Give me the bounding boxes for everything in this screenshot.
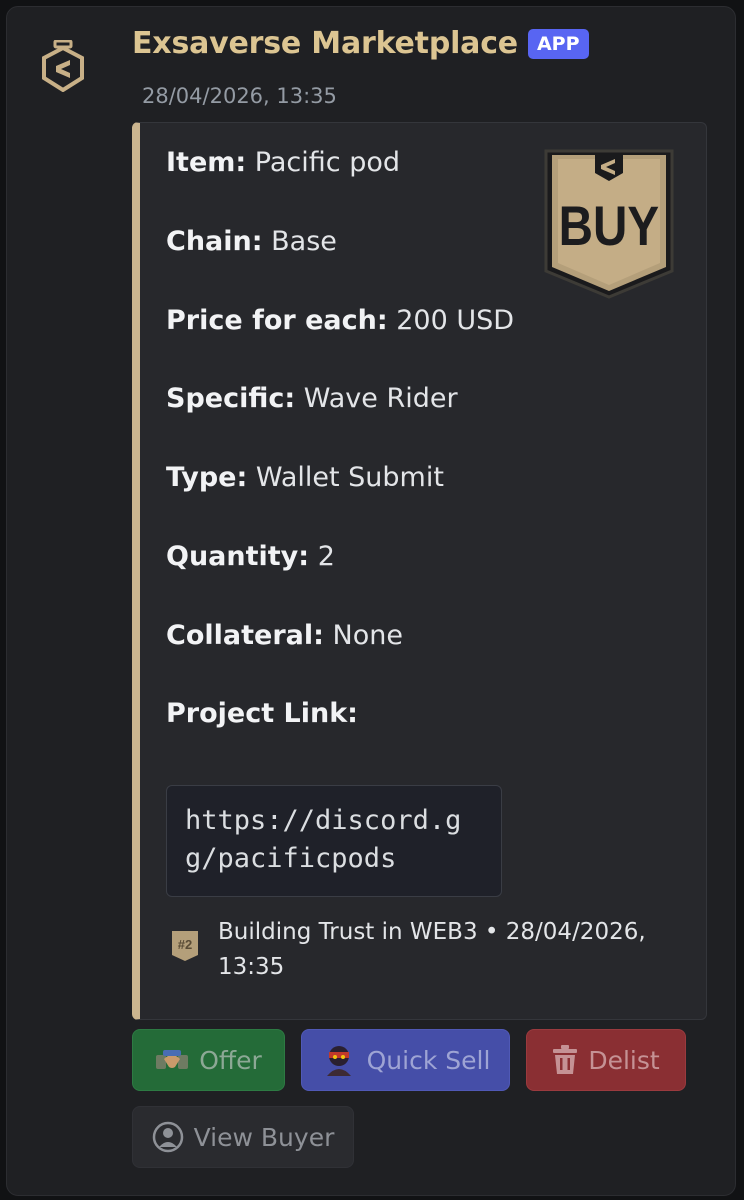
field-value: Pacific pod: [254, 147, 400, 178]
field-label: Type:: [166, 462, 248, 493]
footer-icon-text: #2: [178, 937, 192, 952]
delist-label: Delist: [588, 1045, 660, 1075]
delist-button[interactable]: Delist: [526, 1029, 686, 1091]
exsaverse-rank-icon: #2: [172, 931, 198, 961]
trash-icon: [553, 1045, 578, 1074]
quick-sell-button[interactable]: Quick Sell: [301, 1029, 510, 1091]
field-label: Price for each:: [166, 305, 388, 336]
field-label: Specific:: [166, 383, 296, 414]
field-price: Price for each: 200 USD: [166, 305, 514, 336]
field-value: None: [332, 620, 403, 651]
quick-sell-label: Quick Sell: [366, 1045, 491, 1075]
field-quantity: Quantity: 2: [166, 541, 335, 572]
project-link-code[interactable]: https://discord.gg/pacificpods: [166, 785, 502, 897]
user-circle-icon: [152, 1121, 183, 1153]
exsaverse-shield-icon[interactable]: [40, 39, 86, 93]
message-timestamp: 28/04/2026, 13:35: [142, 84, 337, 108]
field-label: Item:: [166, 147, 247, 178]
field-value: Wallet Submit: [255, 462, 444, 493]
field-label: Chain:: [166, 226, 263, 257]
character-avatar-icon: [326, 1046, 351, 1076]
field-item: Item: Pacific pod: [166, 147, 400, 178]
footer-text: Building Trust in WEB3 • 28/04/2026, 13:…: [218, 919, 646, 980]
offer-label: Offer: [199, 1045, 262, 1075]
view-buyer-button[interactable]: View Buyer: [132, 1106, 354, 1168]
embed-card: Item: Pacific pod Chain: Base Price for …: [132, 122, 707, 1020]
buy-badge-thumbnail: BUY: [540, 145, 678, 301]
field-type: Type: Wallet Submit: [166, 462, 444, 493]
field-value: 2: [317, 541, 335, 572]
field-collateral: Collateral: None: [166, 620, 403, 651]
field-label: Quantity:: [166, 541, 310, 572]
field-project-link: Project Link:: [166, 698, 358, 729]
thumbnail-label: BUY: [559, 195, 659, 257]
field-value: Base: [271, 226, 337, 257]
view-buyer-label: View Buyer: [193, 1122, 335, 1152]
field-label: Project Link:: [166, 698, 358, 729]
field-value: Wave Rider: [303, 383, 458, 414]
embed-footer: #2 Building Trust in WEB3 • 28/04/2026, …: [170, 915, 658, 985]
app-badge: APP: [527, 28, 589, 59]
field-specific: Specific: Wave Rider: [166, 383, 458, 414]
handshake-icon: [156, 1050, 189, 1069]
field-value: 200 USD: [396, 305, 515, 336]
field-label: Collateral:: [166, 620, 324, 651]
author-name[interactable]: Exsaverse Marketplace: [132, 26, 518, 61]
offer-button[interactable]: Offer: [132, 1029, 285, 1091]
field-chain: Chain: Base: [166, 226, 337, 257]
